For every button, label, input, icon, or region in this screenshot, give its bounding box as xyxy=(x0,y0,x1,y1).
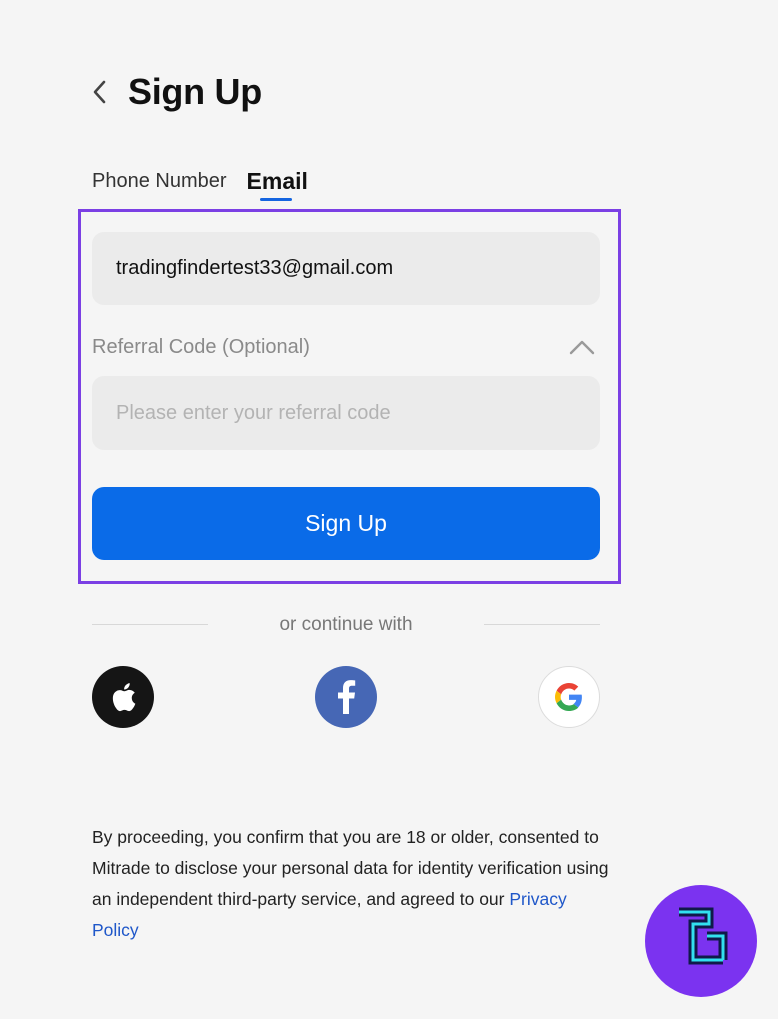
google-icon xyxy=(555,683,582,711)
google-sign-in-button[interactable] xyxy=(538,666,600,728)
divider-right xyxy=(484,624,600,625)
back-button[interactable] xyxy=(92,70,116,114)
facebook-icon xyxy=(338,680,356,714)
or-continue-with-label: or continue with xyxy=(279,614,413,635)
consent-text: By proceeding, you confirm that you are … xyxy=(92,822,612,946)
page-title: Sign Up xyxy=(128,71,262,112)
tf-logo-icon xyxy=(679,907,728,965)
header: Sign Up xyxy=(92,70,262,114)
apple-sign-in-button[interactable] xyxy=(92,666,154,728)
referral-code-input[interactable] xyxy=(92,376,600,450)
sign-up-button[interactable]: Sign Up xyxy=(92,487,600,560)
email-field[interactable] xyxy=(92,232,600,305)
apple-icon xyxy=(112,683,136,712)
tradingfinder-logo-badge xyxy=(645,885,757,997)
divider-left xyxy=(92,624,208,625)
signup-page: Sign Up Phone Number Email Referral Code… xyxy=(0,0,778,1019)
chevron-left-icon xyxy=(93,80,106,104)
chevron-up-icon[interactable] xyxy=(566,334,598,362)
referral-code-label: Referral Code (Optional) xyxy=(92,336,310,358)
tab-phone-number[interactable]: Phone Number xyxy=(92,166,227,200)
tab-email[interactable]: Email xyxy=(247,166,308,201)
facebook-sign-in-button[interactable] xyxy=(315,666,377,728)
signup-method-tabs: Phone Number Email xyxy=(92,166,308,201)
